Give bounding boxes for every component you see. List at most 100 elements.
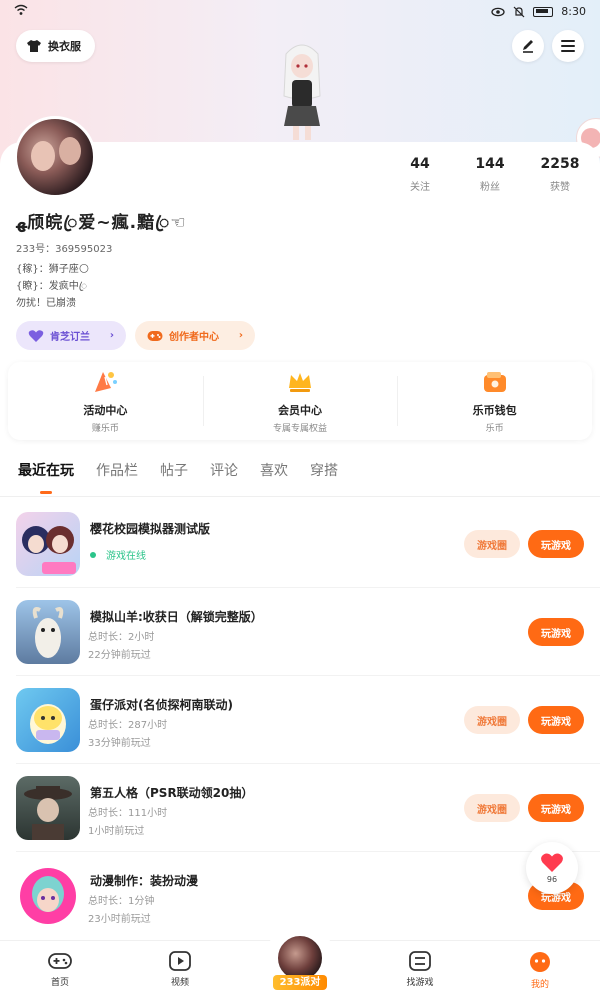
eye-icon	[491, 7, 505, 16]
play-game-button[interactable]: 玩游戏	[528, 706, 584, 734]
party-label[interactable]: 233派对	[273, 975, 327, 990]
quick-link-title: 活动中心	[83, 404, 128, 417]
chevron-right-icon: ›	[109, 330, 114, 341]
stat-value: 44	[410, 156, 430, 172]
tab-likes[interactable]: 喜欢	[260, 460, 288, 496]
stat-likes[interactable]: 2258 获赞	[530, 156, 590, 193]
play-game-button[interactable]: 玩游戏	[528, 530, 584, 558]
shirt-icon	[27, 40, 41, 52]
avatar[interactable]	[14, 116, 96, 198]
bio: {稼}：狮子座🌕 {瞭}：发疯中ꦿ 勿扰！已崩溃	[16, 261, 89, 312]
game-circle-button[interactable]: 游戏圈	[464, 530, 520, 558]
quick-link-subtitle: 赚乐币	[91, 424, 119, 434]
game-row[interactable]: 模拟山羊:收获日（解锁完整版） 总时长：2小时 22分钟前玩过 玩游戏	[0, 588, 600, 676]
game-title: 第五人格（PSR联动领20抽）	[90, 786, 254, 800]
game-row[interactable]: 蛋仔派对(名侦探柯南联动) 总时长：287小时 33分钟前玩过 游戏圈 玩游戏	[0, 676, 600, 764]
game-circle-button[interactable]: 游戏圈	[464, 794, 520, 822]
game-last-played: 22分钟前玩过	[88, 650, 151, 661]
game-last-played: 1小时前玩过	[88, 826, 145, 837]
game-row[interactable]: 樱花校园模拟器测试版 游戏在线 游戏圈 玩游戏	[0, 500, 600, 588]
play-game-button[interactable]: 玩游戏	[528, 618, 584, 646]
pencil-icon	[523, 40, 533, 53]
game-row[interactable]: 第五人格（PSR联动领20抽） 总时长：111小时 1小时前玩过 游戏圈 玩游戏	[0, 764, 600, 852]
nav-me[interactable]: 我的	[480, 941, 600, 1000]
bio-line: 勿扰！已崩溃	[16, 298, 76, 309]
chevron-right-icon: ›	[238, 330, 243, 341]
party-icon	[95, 372, 118, 392]
gamepad-icon	[147, 330, 163, 341]
hamburger-menu-icon	[561, 40, 575, 52]
stat-following[interactable]: 44 关注	[390, 156, 450, 193]
game-icon[interactable]	[16, 688, 80, 752]
nav-home[interactable]: 首页	[0, 941, 120, 1000]
list-icon	[409, 951, 431, 971]
game-title: 蛋仔派对(名侦探柯南联动)	[90, 698, 233, 712]
nickname: ﻬ颀皖ꦿ爱~瘋.黯ꦿ☜	[16, 213, 187, 233]
stat-followers[interactable]: 144 粉丝	[460, 156, 520, 193]
online-status-label: 游戏在线	[106, 551, 146, 562]
nav-label: 我的	[530, 980, 549, 990]
edit-profile-button[interactable]	[512, 30, 544, 62]
play-icon	[169, 951, 191, 971]
wallet-link[interactable]: 乐币钱包 乐币	[397, 362, 592, 440]
stat-label: 关注	[410, 182, 430, 193]
tab-works[interactable]: 作品栏	[96, 460, 138, 496]
wifi-icon	[14, 4, 28, 19]
battery-icon	[533, 6, 554, 17]
stat-label: 获赞	[550, 182, 570, 193]
quick-link-subtitle: 乐币	[485, 424, 504, 434]
game-icon[interactable]	[16, 864, 80, 928]
game-icon[interactable]	[16, 776, 80, 840]
activity-center-link[interactable]: 活动中心 赚乐币	[8, 362, 203, 440]
tab-comments[interactable]: 评论	[210, 460, 238, 496]
nav-video[interactable]: 视频	[120, 941, 240, 1000]
game-playtime: 总时长：287小时	[88, 720, 168, 731]
game-icon[interactable]	[16, 600, 80, 664]
nav-label: 找游戏	[406, 978, 434, 988]
wallet-icon	[483, 372, 506, 392]
tab-recent[interactable]: 最近在玩	[18, 460, 74, 496]
nav-find-games[interactable]: 找游戏	[360, 941, 480, 1000]
game-playtime: 总时长：2小时	[88, 632, 155, 643]
bio-line: {瞭}：发疯中ꦿ	[16, 281, 88, 292]
gamepad-icon	[48, 953, 72, 969]
game-last-played: 33分钟前玩过	[88, 738, 151, 749]
fan-badge-button[interactable]: 肯芝订兰 ›	[16, 321, 126, 350]
creator-center-label: 创作者中心	[169, 332, 219, 343]
mute-bell-icon	[513, 6, 525, 17]
status-time: 8:30	[561, 5, 586, 18]
quick-link-title: 乐币钱包	[472, 404, 517, 417]
online-dot-icon	[90, 551, 96, 558]
tab-posts[interactable]: 帖子	[160, 460, 188, 496]
nav-label: 视频	[170, 978, 189, 988]
change-outfit-label: 换衣服	[48, 40, 81, 53]
heart-icon	[28, 329, 44, 342]
game-circle-button[interactable]: 游戏圈	[464, 706, 520, 734]
profile-stats: 44 关注 144 粉丝 2258 获赞	[390, 156, 590, 193]
user-id[interactable]: 233号：369595023	[16, 240, 112, 255]
bio-line: {稼}：狮子座🌕	[16, 264, 90, 275]
online-status: 游戏在线	[90, 547, 146, 562]
stat-label: 粉丝	[480, 182, 500, 193]
creator-center-button[interactable]: 创作者中心 ›	[135, 321, 255, 350]
quick-link-subtitle: 专属专属权益	[273, 424, 328, 434]
stat-value: 144	[475, 156, 505, 172]
crown-icon	[289, 373, 311, 392]
change-outfit-button[interactable]: 换衣服	[16, 30, 95, 62]
play-game-button[interactable]: 玩游戏	[528, 794, 584, 822]
stat-value: 2258	[540, 156, 580, 172]
vip-center-link[interactable]: 会员中心 专属专属权益	[202, 362, 398, 440]
nav-label: 首页	[50, 978, 69, 988]
quick-links-card: 活动中心 赚乐币 会员中心 专属专属权益 乐币钱包 乐币	[8, 362, 592, 440]
tab-outfits[interactable]: 穿搭	[310, 460, 338, 496]
face-icon	[530, 952, 550, 972]
game-icon[interactable]	[16, 512, 80, 576]
avatar-character[interactable]	[270, 40, 334, 144]
status-bar: 8:30	[0, 0, 600, 24]
game-last-played: 23小时前玩过	[88, 914, 151, 925]
fan-badge-label: 肯芝订兰	[50, 332, 90, 343]
like-floating-button[interactable]: 96	[526, 842, 578, 894]
game-title: 模拟山羊:收获日（解锁完整版）	[90, 610, 263, 624]
game-title: 动漫制作：装扮动漫	[90, 874, 199, 888]
menu-button[interactable]	[552, 30, 584, 62]
